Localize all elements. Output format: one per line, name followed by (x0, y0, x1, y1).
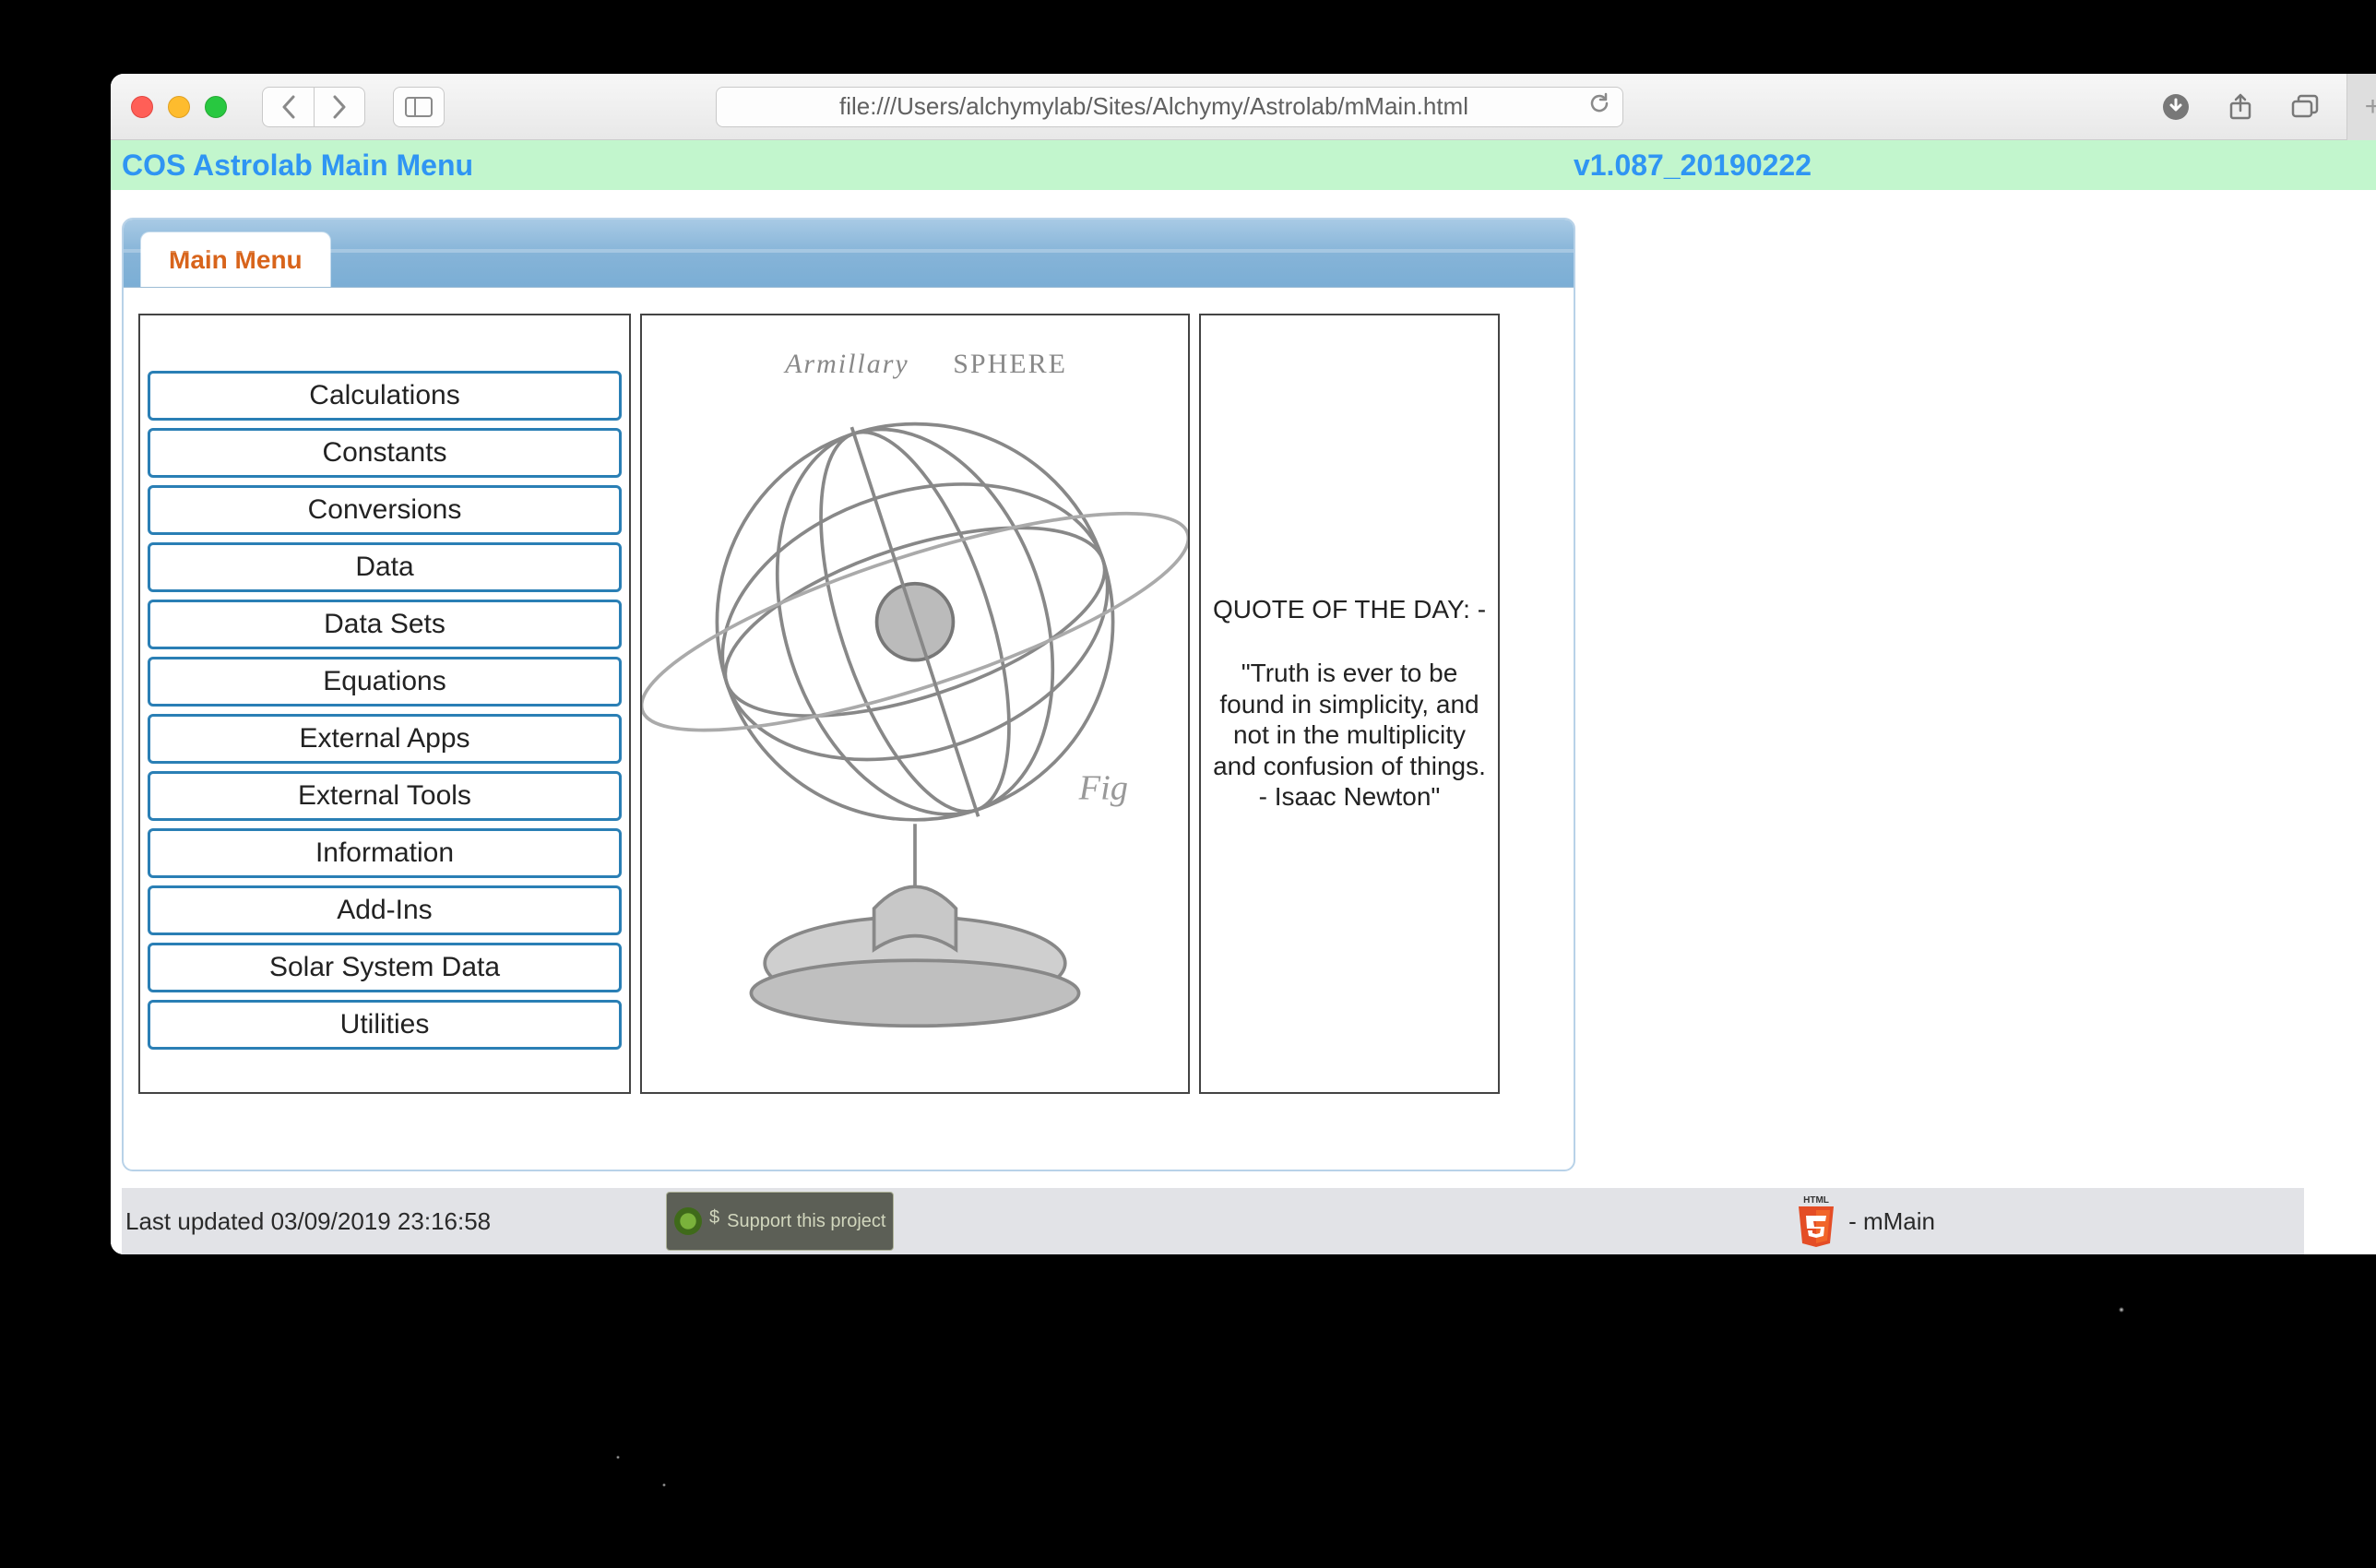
menu-information[interactable]: Information (148, 828, 622, 878)
forward-button[interactable] (314, 87, 365, 127)
panel-tabbar: Main Menu (124, 220, 1574, 288)
share-icon (2228, 92, 2253, 122)
plus-icon: + (2365, 91, 2376, 123)
menu-add-ins[interactable]: Add-Ins (148, 885, 622, 935)
tab-label: Main Menu (169, 245, 303, 275)
html5-icon: HTML (1793, 1194, 1839, 1249)
reload-icon (1587, 91, 1611, 115)
menu-solar-system-data[interactable]: Solar System Data (148, 943, 622, 992)
menu-calculations[interactable]: Calculations (148, 371, 622, 421)
menu-data[interactable]: Data (148, 542, 622, 592)
traffic-lights (131, 96, 227, 118)
menu-utilities[interactable]: Utilities (148, 1000, 622, 1050)
address-bar-wrap: file:///Users/alchymylab/Sites/Alchymy/A… (716, 87, 1623, 127)
browser-titlebar: file:///Users/alchymylab/Sites/Alchymy/A… (111, 74, 2376, 140)
share-button[interactable] (2217, 87, 2263, 127)
menu-constants[interactable]: Constants (148, 428, 622, 478)
chevron-right-icon (331, 95, 348, 119)
quote-body: "Truth is ever to be found in simplicity… (1208, 658, 1491, 813)
sidebar-icon (405, 97, 433, 117)
menu-conversions[interactable]: Conversions (148, 485, 622, 535)
menu-cell: Calculations Constants Conversions Data … (138, 314, 631, 1094)
quote-title: QUOTE OF THE DAY: - (1213, 595, 1486, 624)
downloads-button[interactable] (2153, 87, 2199, 127)
new-tab-button[interactable]: + (2346, 74, 2376, 140)
quote-cell: QUOTE OF THE DAY: - "Truth is ever to be… (1199, 314, 1500, 1094)
page-title: COS Astrolab Main Menu (122, 148, 473, 183)
image-cell: Armillary SPHERE (640, 314, 1190, 1094)
nav-group (262, 87, 365, 127)
page-header: COS Astrolab Main Menu v1.087_20190222 (111, 140, 2376, 190)
footer-right: HTML - mMain (1793, 1194, 1935, 1249)
main-panel: Main Menu Calculations Constants Convers… (122, 218, 1575, 1171)
chevron-left-icon (280, 95, 297, 119)
last-updated: Last updated 03/09/2019 23:16:58 (125, 1207, 491, 1236)
toolbar-right: + (2153, 87, 2376, 127)
page: COS Astrolab Main Menu v1.087_20190222 M… (111, 140, 2376, 1254)
footer-bar: Last updated 03/09/2019 23:16:58 $ Suppo… (122, 1188, 2304, 1254)
window-minimize-button[interactable] (168, 96, 190, 118)
download-icon (2161, 92, 2191, 122)
armillary-sphere-icon: Fig (642, 315, 1188, 1092)
footer-page-name: - mMain (1848, 1207, 1935, 1236)
tabs-button[interactable] (2282, 87, 2328, 127)
address-bar[interactable]: file:///Users/alchymylab/Sites/Alchymy/A… (716, 87, 1623, 127)
image-fig-label: Fig (1078, 769, 1128, 808)
support-label: Support this project (727, 1212, 885, 1231)
menu-external-tools[interactable]: External Tools (148, 771, 622, 821)
content-area: COS Astrolab Main Menu v1.087_20190222 M… (111, 140, 2376, 1254)
sidebar-toggle-button[interactable] (393, 87, 445, 127)
page-version: v1.087_20190222 (1574, 148, 1812, 183)
back-button[interactable] (262, 87, 314, 127)
support-project-button[interactable]: $ Support this project (666, 1192, 894, 1251)
reload-button[interactable] (1587, 91, 1611, 122)
window-close-button[interactable] (131, 96, 153, 118)
menu-equations[interactable]: Equations (148, 657, 622, 707)
window-zoom-button[interactable] (205, 96, 227, 118)
panel-body: Calculations Constants Conversions Data … (124, 288, 1574, 1120)
tab-main-menu[interactable]: Main Menu (140, 232, 331, 287)
address-url: file:///Users/alchymylab/Sites/Alchymy/A… (839, 92, 1468, 121)
menu-data-sets[interactable]: Data Sets (148, 600, 622, 649)
tabs-icon (2290, 94, 2320, 120)
svg-text:HTML: HTML (1803, 1195, 1829, 1206)
gear-icon (674, 1207, 702, 1235)
menu-external-apps[interactable]: External Apps (148, 714, 622, 764)
browser-window: file:///Users/alchymylab/Sites/Alchymy/A… (111, 74, 2376, 1254)
